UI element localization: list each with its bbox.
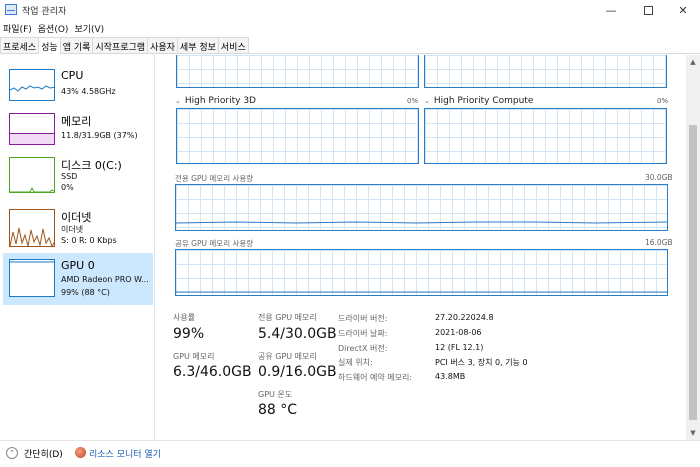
resource-detail: AMD Radeon PRO W...: [61, 275, 149, 284]
reserved-memory-key: 하드웨어 예약 메모리:: [338, 373, 413, 382]
hp3d-percent: 0%: [407, 97, 419, 105]
driver-version-value: 27.20.22024.8: [435, 313, 494, 322]
gpu-detail-panel: ⌄ High Priority 3D 0% ⌄ High Priority Comp…: [155, 55, 685, 440]
resource-name: GPU 0: [61, 259, 95, 272]
cpu-sparkline: [10, 85, 54, 92]
hp3d-graph: [176, 108, 419, 164]
close-button[interactable]: ✕: [666, 0, 700, 20]
scroll-thumb[interactable]: [689, 125, 697, 420]
resource-name: 이더넷: [61, 211, 92, 224]
disk-thumbnail: [9, 157, 55, 193]
menu-options[interactable]: 옵션(O): [35, 20, 72, 36]
menu-view[interactable]: 보기(V): [71, 20, 107, 36]
dedicated-memory-graph: [175, 184, 668, 231]
tab-processes[interactable]: 프로세스: [0, 37, 40, 53]
directx-version-key: DirectX 버전:: [338, 344, 388, 353]
utilization-label: 사용률: [173, 313, 196, 322]
gpu-thumbnail: [9, 259, 55, 297]
resource-name: CPU: [61, 69, 84, 82]
scroll-down-icon[interactable]: ▼: [686, 426, 700, 440]
reserved-memory-value: 43.8MB: [435, 372, 466, 381]
ethernet-thumbnail: [9, 209, 55, 247]
resource-name: 디스크 0(C:): [61, 159, 122, 172]
gpu-memory-value: 6.3/46.0GB: [173, 364, 252, 380]
tab-bar: 프로세스 성능 앱 기록 시작프로그램 사용자 세부 정보 서비스: [0, 37, 700, 54]
dedicated-memory-max: 30.0GB: [645, 173, 673, 182]
resource-detail: SSD: [61, 172, 78, 181]
footer-bar: ⌃ 간단히(D) 리소스 모니터 열기: [0, 440, 700, 467]
resource-detail-2: 0%: [61, 183, 74, 192]
dedicated-memory-stat-value: 5.4/30.0GB: [258, 326, 337, 342]
physical-location-value: PCI 버스 3, 장치 0, 기능 0: [435, 358, 528, 367]
resource-item-disk[interactable]: 디스크 0(C:) SSD 0%: [3, 151, 153, 203]
resource-name: 메모리: [61, 115, 92, 128]
window-title: 작업 관리자: [22, 7, 67, 17]
scroll-up-icon[interactable]: ▲: [686, 55, 700, 69]
shared-memory-graph: [175, 249, 668, 296]
close-icon: ✕: [678, 3, 688, 17]
resource-detail: 이더넷: [61, 225, 84, 234]
memory-thumbnail: [9, 113, 55, 145]
gpu-temperature-value: 88 °C: [258, 402, 298, 418]
gpu-temperature-label: GPU 온도: [258, 390, 293, 399]
vertical-scrollbar[interactable]: ▲ ▼: [686, 55, 700, 440]
hpcompute-label: ⌄ High Priority Compute: [424, 96, 534, 106]
gpu-memory-label: GPU 메모리: [173, 352, 215, 361]
open-resource-monitor-link[interactable]: 리소스 모니터 열기: [89, 447, 161, 460]
resource-item-ethernet[interactable]: 이더넷 이더넷 S: 0 R: 0 Kbps: [3, 203, 153, 255]
physical-location-key: 실제 위치:: [338, 358, 373, 367]
hp3d-label: ⌄ High Priority 3D: [175, 96, 256, 106]
engine-graph-top-left: [176, 55, 419, 88]
gpu-sparkline: [10, 261, 54, 263]
chevron-down-icon[interactable]: ⌄: [424, 97, 430, 105]
tab-app-history[interactable]: 앱 기록: [59, 37, 94, 53]
tab-details[interactable]: 세부 정보: [176, 37, 219, 53]
task-manager-icon: [5, 4, 17, 15]
directx-version-value: 12 (FL 12.1): [435, 343, 484, 352]
resource-monitor-icon: [75, 447, 86, 458]
minimize-icon: —: [605, 3, 617, 17]
driver-date-key: 드라이버 날짜:: [338, 329, 388, 338]
hpcompute-percent: 0%: [657, 97, 669, 105]
resource-detail: 11.8/31.9GB (37%): [61, 131, 138, 140]
tab-startup[interactable]: 시작프로그램: [92, 37, 149, 53]
ethernet-sparkline: [10, 227, 54, 246]
hpcompute-graph: [424, 108, 667, 164]
tab-users[interactable]: 사용자: [147, 37, 178, 53]
dedicated-memory-label: 전용 GPU 메모리 사용량: [175, 174, 254, 183]
chevron-up-icon[interactable]: ⌃: [6, 447, 18, 459]
maximize-icon: [643, 5, 653, 15]
maximize-button[interactable]: [631, 0, 665, 20]
fewer-details-button[interactable]: 간단히(D): [24, 447, 63, 460]
shared-memory-stat-label: 공유 GPU 메모리: [258, 352, 317, 361]
tab-services[interactable]: 서비스: [217, 37, 249, 53]
chevron-down-icon[interactable]: ⌄: [175, 97, 181, 105]
resource-detail-2: 99% (88 °C): [61, 288, 110, 297]
shared-memory-max: 16.0GB: [645, 238, 673, 247]
driver-version-key: 드라이버 버전:: [338, 314, 388, 323]
minimize-button[interactable]: —: [594, 0, 628, 20]
shared-memory-label: 공유 GPU 메모리 사용량: [175, 239, 254, 248]
menu-file[interactable]: 파일(F): [0, 20, 35, 36]
resource-list: CPU 43% 4.58GHz 메모리 11.8/31.9GB (37%) 디스…: [0, 55, 155, 440]
utilization-value: 99%: [173, 326, 205, 342]
tab-performance[interactable]: 성능: [38, 37, 61, 54]
resource-detail-2: S: 0 R: 0 Kbps: [61, 236, 117, 245]
dedicated-memory-line: [176, 221, 667, 224]
resource-detail: 43% 4.58GHz: [61, 87, 116, 96]
disk-sparkline: [10, 186, 54, 192]
cpu-thumbnail: [9, 69, 55, 101]
memory-fill: [10, 133, 54, 144]
dedicated-memory-stat-label: 전용 GPU 메모리: [258, 313, 317, 322]
menu-bar: 파일(F) 옵션(O) 보기(V): [0, 20, 107, 36]
shared-memory-line: [176, 291, 667, 293]
shared-memory-stat-value: 0.9/16.0GB: [258, 364, 337, 380]
engine-graph-top-right: [424, 55, 667, 88]
driver-date-value: 2021-08-06: [435, 328, 482, 337]
title-bar: 작업 관리자 — ✕: [0, 0, 700, 20]
resource-item-gpu[interactable]: GPU 0 AMD Radeon PRO W... 99% (88 °C): [3, 253, 153, 305]
